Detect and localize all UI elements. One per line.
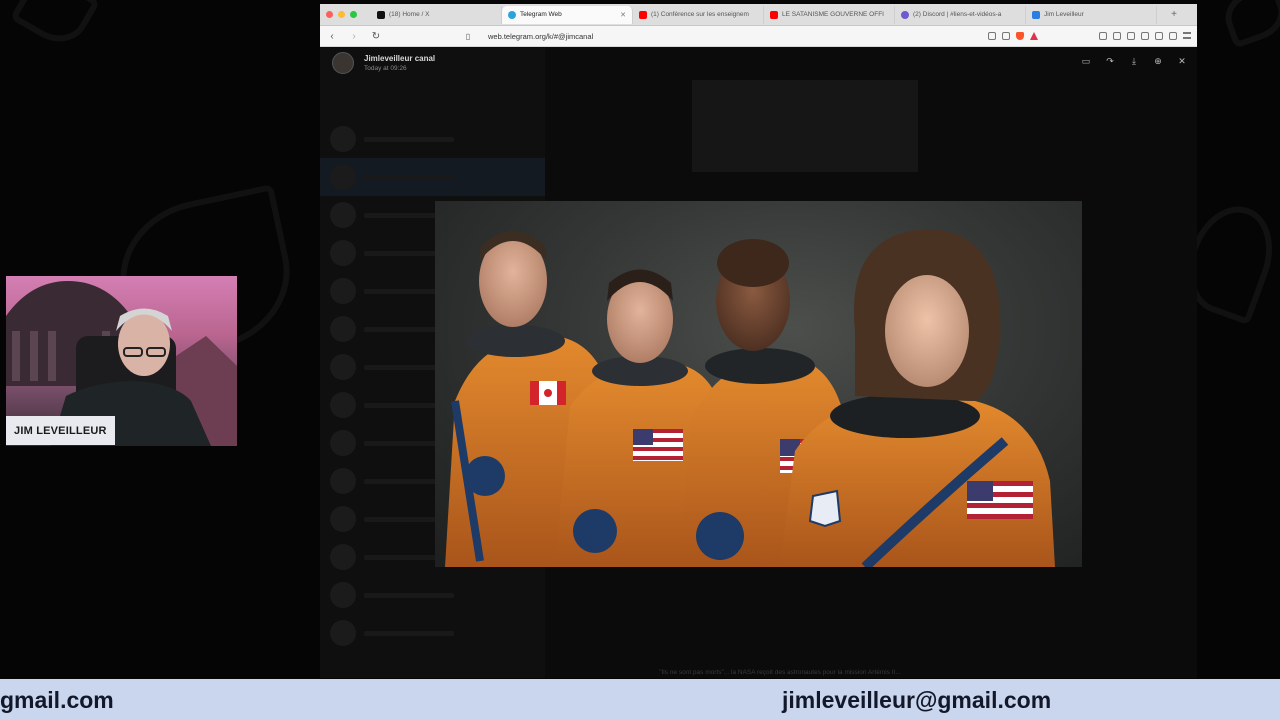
tab-label: LE SATANISME GOUVERNE OFFI bbox=[782, 11, 884, 18]
dimmed-message-image bbox=[692, 80, 918, 172]
discord-logo-icon bbox=[901, 10, 909, 19]
astronaut-crew-photo bbox=[435, 201, 1082, 567]
back-icon[interactable]: ‹ bbox=[326, 31, 338, 42]
telegram-logo-icon bbox=[508, 10, 516, 19]
sidebar-icon[interactable] bbox=[1127, 32, 1135, 40]
extension-icon[interactable] bbox=[1113, 32, 1121, 40]
address-bar: ‹ › ↻ ▯ web.telegram.org/k/#@jimcanal bbox=[320, 26, 1197, 47]
message-time: Today at 09:26 bbox=[364, 65, 407, 72]
youtube-logo-icon bbox=[770, 10, 778, 19]
email-ticker-text: jimleveilleur@gmail.com bbox=[782, 687, 1052, 713]
presenter-name-tag: JIM LEVEILLEUR bbox=[6, 416, 115, 445]
list-item[interactable] bbox=[320, 576, 545, 614]
forward-icon[interactable]: › bbox=[348, 31, 360, 42]
tab-jim-leveilleur[interactable]: Jim Leveilleur bbox=[1026, 5, 1157, 24]
extension-icon[interactable] bbox=[1155, 32, 1163, 40]
window-controls bbox=[326, 11, 357, 18]
forward-icon[interactable]: ↷ bbox=[1105, 56, 1115, 66]
avatar[interactable] bbox=[332, 52, 354, 74]
email-ticker-text: gmail.com bbox=[0, 687, 114, 713]
new-tab-icon[interactable]: + bbox=[1171, 9, 1177, 20]
tab-search-icon[interactable] bbox=[1141, 32, 1149, 40]
media-caption: "Ils ne sont pas morts"... la NASA reçoi… bbox=[659, 669, 901, 676]
media-viewer-actions: ▭ ↷ ⤓ ⊕ ✕ bbox=[1081, 56, 1187, 66]
channel-name[interactable]: Jimleveilleur canal bbox=[364, 54, 435, 63]
zoom-icon[interactable]: ⊕ bbox=[1153, 56, 1163, 66]
tab-youtube-conference[interactable]: (1) Conférence sur les enseignem bbox=[633, 5, 764, 24]
bookmark-icon[interactable]: ▯ bbox=[462, 32, 474, 41]
tab-youtube-satanisme[interactable]: LE SATANISME GOUVERNE OFFI bbox=[764, 5, 895, 24]
close-tab-icon[interactable]: ✕ bbox=[620, 11, 626, 19]
tab-bar: (18) Home / X Telegram Web ✕ (1) Confére… bbox=[320, 4, 1197, 26]
delete-icon[interactable]: ▭ bbox=[1081, 56, 1091, 66]
tab-label: (2) Discord | #liens-et-vidéos-a bbox=[913, 11, 1002, 18]
list-item[interactable] bbox=[320, 158, 545, 196]
us-flag-patch bbox=[967, 481, 1033, 519]
x-logo-icon bbox=[377, 10, 385, 19]
us-flag-patch bbox=[633, 429, 683, 461]
reload-icon[interactable]: ↻ bbox=[370, 31, 382, 42]
tab-discord[interactable]: (2) Discord | #liens-et-vidéos-a bbox=[895, 5, 1026, 24]
share-icon[interactable] bbox=[1002, 32, 1010, 40]
zoom-window-button[interactable] bbox=[350, 11, 357, 18]
minimize-window-button[interactable] bbox=[338, 11, 345, 18]
background-leaf-icon bbox=[1218, 0, 1280, 49]
menu-icon[interactable] bbox=[1183, 32, 1191, 39]
close-window-button[interactable] bbox=[326, 11, 333, 18]
site-logo-icon bbox=[1032, 10, 1040, 19]
brave-shields-icon[interactable] bbox=[1016, 32, 1024, 40]
tab-x[interactable]: (18) Home / X bbox=[371, 5, 502, 24]
extension-icon[interactable] bbox=[1099, 32, 1107, 40]
stream-stage: (18) Home / X Telegram Web ✕ (1) Confére… bbox=[0, 0, 1280, 720]
brave-rewards-icon[interactable] bbox=[1030, 32, 1038, 40]
tab-label: Jim Leveilleur bbox=[1044, 11, 1084, 18]
install-app-icon[interactable] bbox=[988, 32, 996, 40]
close-icon[interactable]: ✕ bbox=[1177, 56, 1187, 66]
list-item[interactable] bbox=[320, 120, 545, 158]
media-sender-info: Jimleveilleur canal Today at 09:26 bbox=[364, 54, 435, 72]
media-viewer-header: Jimleveilleur canal Today at 09:26 ▭ ↷ ⤓… bbox=[320, 48, 1197, 78]
download-icon[interactable]: ⤓ bbox=[1129, 56, 1139, 66]
background-leaf-icon bbox=[9, 0, 101, 54]
tab-telegram[interactable]: Telegram Web ✕ bbox=[502, 5, 633, 24]
list-item[interactable] bbox=[320, 614, 545, 652]
tab-label: (1) Conférence sur les enseignem bbox=[651, 11, 749, 18]
tab-label: Telegram Web bbox=[520, 11, 562, 18]
tab-label: (18) Home / X bbox=[389, 11, 430, 18]
toolbar-icons bbox=[988, 32, 1191, 40]
url-field[interactable]: web.telegram.org/k/#@jimcanal bbox=[488, 32, 593, 41]
youtube-logo-icon bbox=[639, 10, 647, 19]
vpn-icon[interactable] bbox=[1169, 32, 1177, 40]
contact-banner: gmail.com jimleveilleur@gmail.com bbox=[0, 679, 1280, 720]
